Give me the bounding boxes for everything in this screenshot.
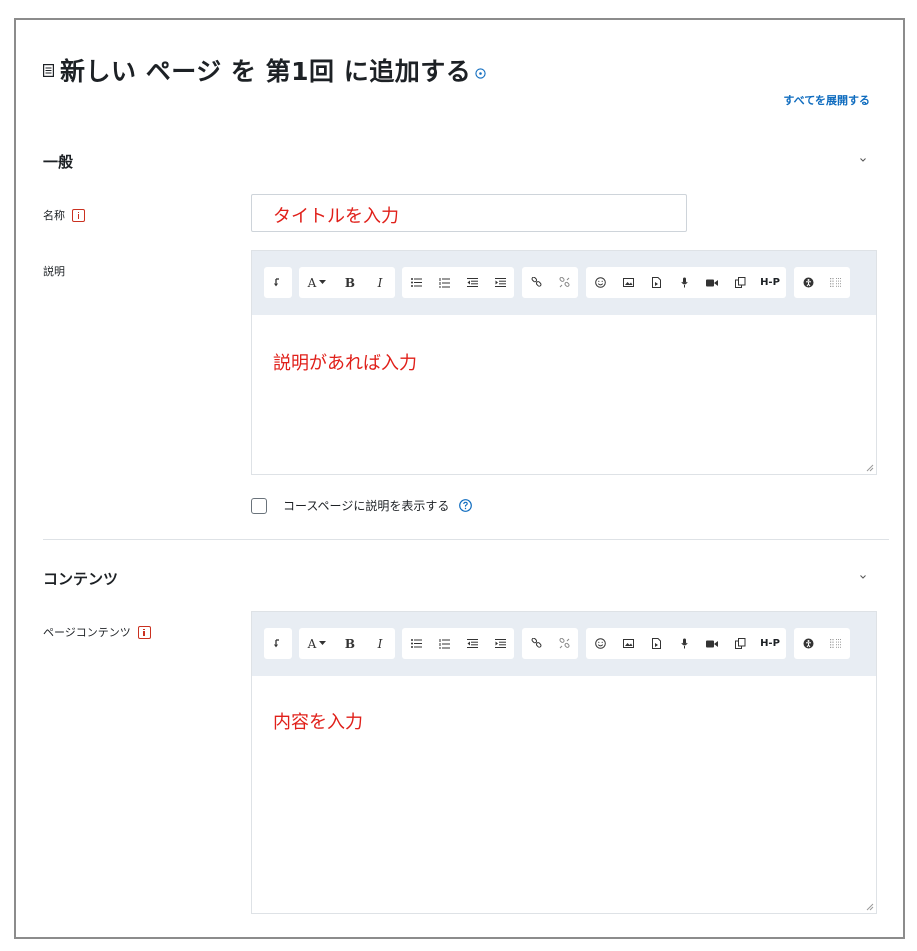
toolbar-group-link xyxy=(522,267,578,298)
section-general-title[interactable]: 一般 xyxy=(43,151,73,172)
h5p-label: H-P xyxy=(760,638,780,649)
toolbar-group-tools xyxy=(794,628,850,659)
section-divider xyxy=(43,539,889,540)
page-content-label: ページコンテンツ xyxy=(43,624,151,640)
chevron-down-icon[interactable] xyxy=(859,573,867,581)
text-style-letter: A xyxy=(307,275,317,290)
toolbar-group-link xyxy=(522,628,578,659)
video-camera-icon[interactable] xyxy=(698,267,726,298)
resize-grip-icon[interactable] xyxy=(866,903,874,911)
page-content-editor: A B I H-P 内容を入力 xyxy=(251,611,877,914)
indent-icon[interactable] xyxy=(486,628,514,659)
page-content-editor-text: 内容を入力 xyxy=(273,712,363,733)
text-style-button[interactable]: A xyxy=(299,628,335,659)
accessibility-checker-icon[interactable] xyxy=(794,628,822,659)
name-label-text: 名称 xyxy=(43,209,65,222)
page-title: 新しい ページ を 第1回 に追加する xyxy=(60,57,472,86)
section-content-title[interactable]: コンテンツ xyxy=(43,568,118,589)
name-input[interactable]: タイトルを入力 xyxy=(251,194,687,232)
collapse-toolbar-icon[interactable] xyxy=(264,267,292,298)
toolbar-group-media: H-P xyxy=(586,628,786,659)
toolbar-group-collapse xyxy=(264,267,292,298)
h5p-button[interactable]: H-P xyxy=(754,628,786,659)
video-camera-icon[interactable] xyxy=(698,628,726,659)
description-editor-text: 説明があれば入力 xyxy=(273,353,417,374)
toolbar-group-list xyxy=(402,267,514,298)
media-file-icon[interactable] xyxy=(642,628,670,659)
required-info-icon[interactable] xyxy=(72,208,85,222)
page-heading: 新しい ページ を 第1回 に追加する xyxy=(43,52,486,88)
description-label: 説明 xyxy=(43,263,65,279)
description-editor-toolbar: A B I H-P xyxy=(252,251,876,315)
form-frame: 新しい ページ を 第1回 に追加する すべてを展開する 一般 名称 タイトルを… xyxy=(14,18,905,939)
emoji-icon[interactable] xyxy=(586,628,614,659)
caret-down-icon xyxy=(319,641,327,645)
unordered-list-icon[interactable] xyxy=(402,267,430,298)
h5p-button[interactable]: H-P xyxy=(754,267,786,298)
description-label-text: 説明 xyxy=(43,265,65,278)
html-source-icon[interactable] xyxy=(822,628,850,659)
link-icon[interactable] xyxy=(522,628,550,659)
outdent-icon[interactable] xyxy=(458,628,486,659)
page-content-label-text: ページコンテンツ xyxy=(43,626,131,639)
html-source-icon[interactable] xyxy=(822,267,850,298)
accessibility-checker-icon[interactable] xyxy=(794,267,822,298)
italic-button[interactable]: I xyxy=(365,267,395,298)
page-content-editor-body[interactable]: 内容を入力 xyxy=(252,676,876,913)
link-icon[interactable] xyxy=(522,267,550,298)
unlink-icon[interactable] xyxy=(550,267,578,298)
toolbar-group-style: A B I xyxy=(299,628,395,659)
caret-down-icon xyxy=(319,280,327,284)
required-info-icon[interactable] xyxy=(137,625,151,639)
image-icon[interactable] xyxy=(614,267,642,298)
help-icon[interactable] xyxy=(459,499,473,512)
media-file-icon[interactable] xyxy=(642,267,670,298)
bold-button[interactable]: B xyxy=(335,267,365,298)
bold-button[interactable]: B xyxy=(335,628,365,659)
ordered-list-icon[interactable] xyxy=(430,267,458,298)
ordered-list-icon[interactable] xyxy=(430,628,458,659)
toolbar-group-style: A B I xyxy=(299,267,395,298)
description-editor: A B I H-P 説明があれば入力 xyxy=(251,250,877,475)
show-description-checkbox[interactable] xyxy=(251,497,267,514)
page-icon xyxy=(43,63,54,77)
chevron-down-icon[interactable] xyxy=(859,156,867,164)
resize-grip-icon[interactable] xyxy=(866,464,874,472)
expand-all-link[interactable]: すべてを展開する xyxy=(783,92,870,108)
italic-letter: I xyxy=(377,275,383,290)
name-label: 名称 xyxy=(43,207,85,223)
emoji-icon[interactable] xyxy=(586,267,614,298)
unordered-list-icon[interactable] xyxy=(402,628,430,659)
microphone-icon[interactable] xyxy=(670,267,698,298)
outdent-icon[interactable] xyxy=(458,267,486,298)
microphone-icon[interactable] xyxy=(670,628,698,659)
image-icon[interactable] xyxy=(614,628,642,659)
h5p-label: H-P xyxy=(760,277,780,288)
bold-letter: B xyxy=(344,636,356,651)
toolbar-group-tools xyxy=(794,267,850,298)
italic-letter: I xyxy=(377,636,383,651)
italic-button[interactable]: I xyxy=(365,628,395,659)
unlink-icon[interactable] xyxy=(550,628,578,659)
manage-files-icon[interactable] xyxy=(726,628,754,659)
text-style-letter: A xyxy=(307,636,317,651)
bold-letter: B xyxy=(344,275,356,290)
indent-icon[interactable] xyxy=(486,267,514,298)
toolbar-group-list xyxy=(402,628,514,659)
text-style-button[interactable]: A xyxy=(299,267,335,298)
help-icon[interactable] xyxy=(475,67,486,79)
toolbar-group-media: H-P xyxy=(586,267,786,298)
collapse-toolbar-icon[interactable] xyxy=(264,628,292,659)
show-description-label[interactable]: コースページに説明を表示する xyxy=(283,497,449,514)
toolbar-group-collapse xyxy=(264,628,292,659)
show-description-row: コースページに説明を表示する xyxy=(251,497,473,514)
description-editor-body[interactable]: 説明があれば入力 xyxy=(252,315,876,474)
manage-files-icon[interactable] xyxy=(726,267,754,298)
page-content-editor-toolbar: A B I H-P xyxy=(252,612,876,676)
